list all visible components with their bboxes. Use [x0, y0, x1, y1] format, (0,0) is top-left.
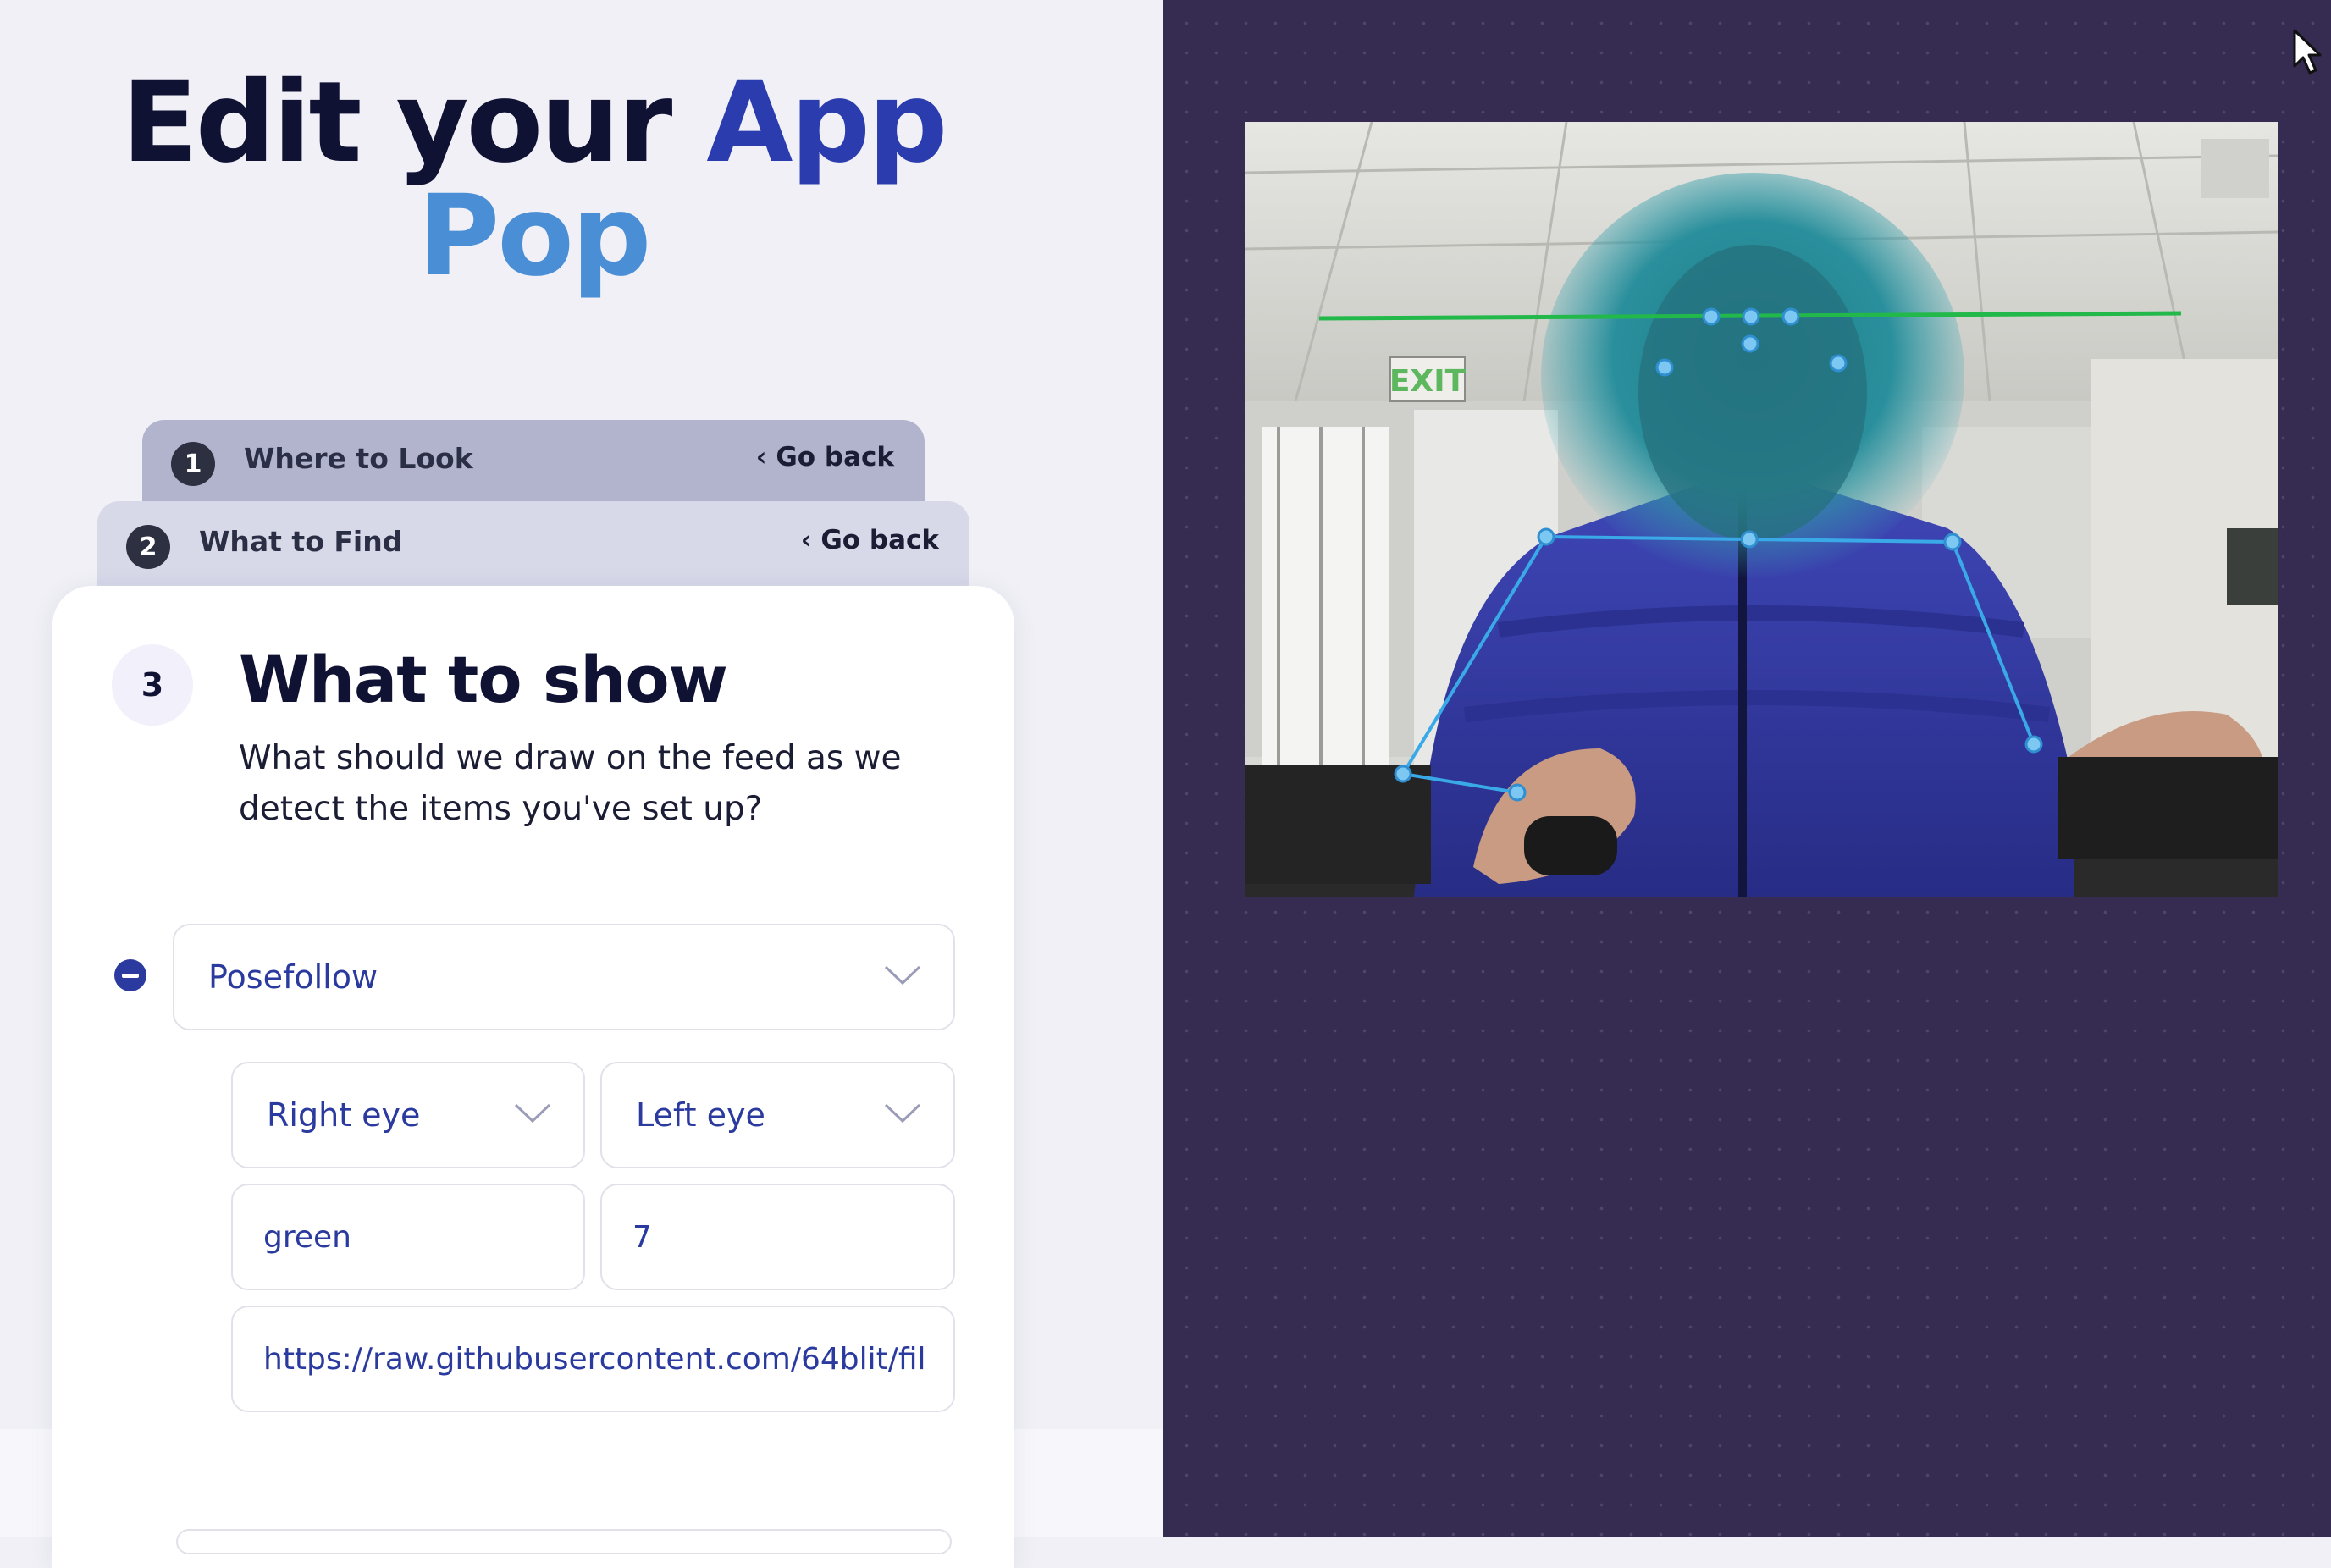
- minus-circle-icon: [122, 973, 139, 978]
- effect-type-select[interactable]: Posefollow: [173, 924, 955, 1030]
- go-back-link[interactable]: ‹ Go back: [756, 442, 894, 472]
- title-text-app: App: [706, 58, 947, 188]
- input-value: green: [263, 1219, 351, 1255]
- title-text-pop: Pop: [417, 171, 652, 301]
- go-back-link[interactable]: ‹ Go back: [801, 525, 939, 555]
- step-title: What to show: [239, 642, 728, 717]
- step-tab-where-to-look: 1 Where to Look ‹ Go back: [142, 420, 925, 513]
- thickness-input[interactable]: 7: [600, 1184, 955, 1290]
- camera-feed: EXIT: [1245, 122, 2278, 897]
- step-description: What should we draw on the feed as we de…: [239, 739, 902, 828]
- input-value: https://raw.githubusercontent.com/64blit…: [263, 1341, 926, 1377]
- color-input[interactable]: green: [231, 1184, 585, 1290]
- mouse-pointer-icon: [2293, 29, 2322, 75]
- to-point-select[interactable]: Left eye: [600, 1062, 955, 1168]
- step-label: What to Find: [199, 525, 403, 558]
- chevron-down-icon: [514, 1103, 551, 1124]
- image-url-input[interactable]: https://raw.githubusercontent.com/64blit…: [231, 1306, 955, 1412]
- next-field-partial[interactable]: [176, 1529, 952, 1554]
- title-text-edit-your: Edit your: [121, 58, 673, 188]
- camera-feed-image: EXIT: [1245, 122, 2278, 897]
- remove-effect-button[interactable]: [114, 959, 146, 991]
- step-number-badge: 2: [126, 525, 170, 569]
- selected-value: Posefollow: [208, 958, 378, 996]
- chevron-down-icon: [884, 965, 921, 986]
- step-tab-what-to-find: 2 What to Find ‹ Go back: [97, 501, 969, 594]
- step-number-badge: 1: [171, 442, 215, 486]
- from-point-select[interactable]: Right eye: [231, 1062, 585, 1168]
- input-value: 7: [632, 1219, 652, 1255]
- exit-sign-text: EXIT: [1389, 364, 1467, 399]
- step-label: Where to Look: [244, 442, 473, 475]
- page-title: Edit your App Pop: [0, 66, 1067, 293]
- selected-value: Right eye: [267, 1096, 421, 1134]
- selected-value: Left eye: [636, 1096, 765, 1134]
- step-number-badge: 3: [112, 644, 193, 726]
- chevron-down-icon: [884, 1103, 921, 1124]
